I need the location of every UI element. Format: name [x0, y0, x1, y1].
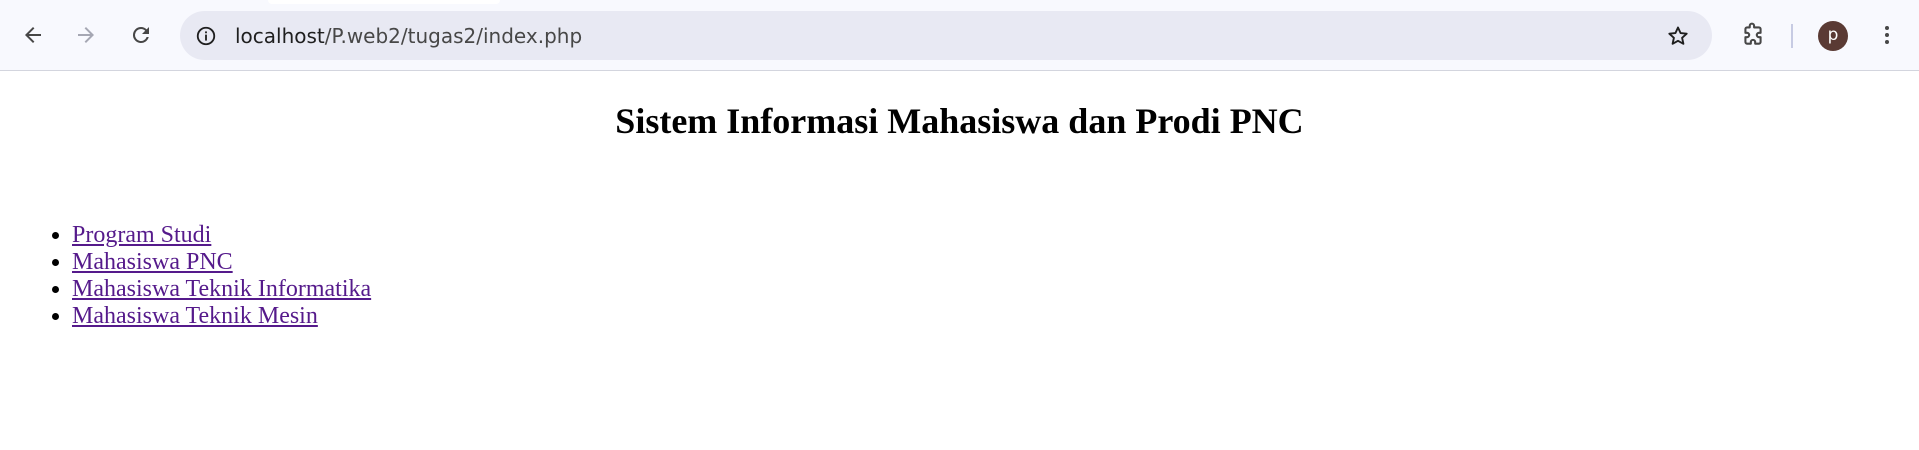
link-mahasiswa-teknik-informatika[interactable]: Mahasiswa Teknik Informatika — [72, 276, 371, 302]
list-item: Mahasiswa PNC — [72, 249, 371, 276]
address-bar[interactable]: localhost/P.web2/tugas2/index.php — [180, 11, 1712, 60]
link-program-studi[interactable]: Program Studi — [72, 222, 211, 248]
reload-button[interactable] — [121, 15, 161, 55]
browser-menu-button[interactable] — [1867, 15, 1907, 55]
bookmark-button[interactable] — [1662, 20, 1694, 52]
star-icon — [1668, 26, 1688, 45]
browser-toolbar: localhost/P.web2/tugas2/index.php p — [0, 0, 1919, 71]
link-mahasiswa-pnc[interactable]: Mahasiswa PNC — [72, 249, 233, 275]
extensions-button[interactable] — [1733, 15, 1773, 55]
kebab-menu-icon — [1885, 26, 1889, 44]
url-text[interactable]: localhost/P.web2/tugas2/index.php — [235, 23, 582, 49]
profile-avatar[interactable]: p — [1818, 21, 1848, 51]
active-tab-edge — [268, 0, 500, 4]
menu-list: Program Studi Mahasiswa PNC Mahasiswa Te… — [0, 222, 371, 330]
arrow-left-icon — [25, 27, 41, 43]
reload-icon — [132, 26, 149, 43]
forward-button[interactable] — [66, 15, 106, 55]
list-item: Mahasiswa Teknik Informatika — [72, 276, 371, 303]
url-host: localhost — [235, 24, 325, 48]
site-info-button[interactable] — [192, 22, 220, 50]
arrow-right-icon — [78, 27, 94, 43]
url-path: /P.web2/tugas2/index.php — [324, 24, 583, 48]
page-title: Sistem Informasi Mahasiswa dan Prodi PNC — [615, 101, 1304, 141]
info-icon — [196, 26, 216, 46]
puzzle-icon — [1744, 22, 1762, 45]
list-item: Mahasiswa Teknik Mesin — [72, 303, 371, 330]
toolbar-separator — [1791, 24, 1793, 48]
back-button[interactable] — [13, 15, 53, 55]
link-mahasiswa-teknik-mesin[interactable]: Mahasiswa Teknik Mesin — [72, 303, 318, 329]
list-item: Program Studi — [72, 222, 371, 249]
page-content: Sistem Informasi Mahasiswa dan Prodi PNC… — [0, 71, 1919, 450]
